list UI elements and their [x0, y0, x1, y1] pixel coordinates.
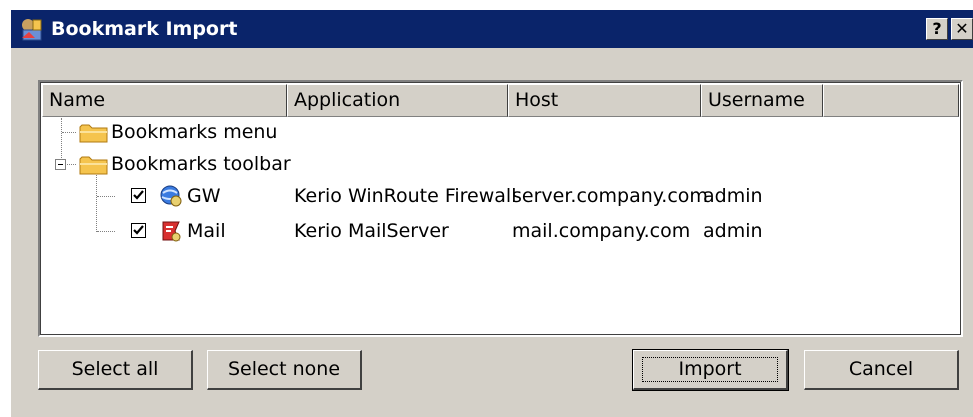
item-host: server.company.com — [512, 185, 708, 207]
tree-node-bookmarks-toolbar[interactable]: Bookmarks toolbar — [42, 150, 959, 178]
item-checkbox[interactable] — [131, 188, 146, 203]
column-header-username[interactable]: Username — [701, 84, 823, 117]
list-item[interactable]: GW Kerio WinRoute Firewall server.compan… — [42, 182, 959, 210]
bookmark-import-dialog: Bookmark Import ? ✕ Name Application Hos… — [10, 10, 973, 417]
item-application: Kerio WinRoute Firewall — [294, 185, 517, 207]
title-bar[interactable]: Bookmark Import ? ✕ — [11, 10, 973, 48]
mailserver-icon — [162, 221, 181, 242]
item-name: Mail — [187, 220, 226, 242]
item-username: admin — [703, 185, 763, 207]
item-checkbox[interactable] — [131, 223, 146, 238]
collapse-toggle[interactable] — [55, 159, 66, 170]
checkmark-icon — [133, 190, 144, 200]
folder-icon — [79, 124, 108, 143]
cancel-button[interactable]: Cancel — [804, 350, 959, 390]
close-button[interactable]: ✕ — [951, 18, 973, 40]
focus-ring — [642, 357, 778, 382]
tree-node-bookmarks-menu[interactable]: Bookmarks menu — [42, 118, 959, 146]
list-header: Name Application Host Username — [42, 84, 959, 117]
column-header-filler — [823, 84, 959, 117]
item-host: mail.company.com — [512, 220, 691, 242]
column-header-host[interactable]: Host — [508, 84, 701, 117]
column-header-name[interactable]: Name — [42, 84, 287, 117]
list-item[interactable]: Mail Kerio MailServer mail.company.com a… — [42, 217, 959, 245]
import-button[interactable]: Import — [632, 349, 789, 391]
folder-icon — [79, 156, 108, 175]
column-header-application[interactable]: Application — [287, 84, 508, 117]
bookmark-import-app-icon — [22, 19, 42, 41]
node-label: Bookmarks menu — [111, 121, 278, 143]
help-button[interactable]: ? — [926, 18, 948, 40]
item-username: admin — [703, 220, 763, 242]
node-label: Bookmarks toolbar — [111, 153, 291, 175]
bookmark-tree: Bookmarks menu Bookmarks toolbar GW Keri… — [42, 118, 959, 333]
window-title: Bookmark Import — [51, 18, 238, 40]
checkmark-icon — [133, 225, 144, 235]
item-name: GW — [187, 185, 221, 207]
winroute-firewall-icon — [160, 185, 182, 207]
bookmark-list[interactable]: Name Application Host Username Bookmarks… — [38, 80, 963, 337]
select-all-button[interactable]: Select all — [38, 350, 193, 390]
item-application: Kerio MailServer — [294, 220, 449, 242]
select-none-button[interactable]: Select none — [207, 350, 362, 390]
